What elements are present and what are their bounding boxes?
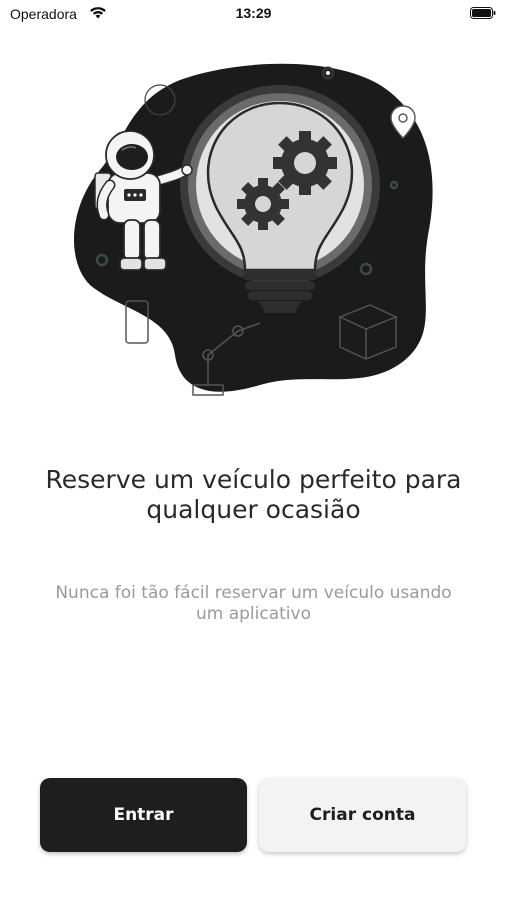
status-bar: Operadora 13:29 [0, 0, 507, 30]
status-time: 13:29 [235, 5, 272, 21]
create-account-button-label: Criar conta [309, 805, 416, 825]
small-gear-icon [321, 66, 335, 80]
login-button[interactable]: Entrar [40, 778, 247, 852]
battery-icon [470, 7, 496, 19]
login-button-label: Entrar [113, 805, 174, 825]
onboarding-illustration [73, 63, 433, 396]
onboarding-subtitle: Nunca foi tão fácil reservar um veículo … [55, 583, 452, 624]
onboarding-headline: Reserve um veículo perfeito para qualque… [45, 465, 462, 524]
create-account-button[interactable]: Criar conta [259, 778, 466, 852]
